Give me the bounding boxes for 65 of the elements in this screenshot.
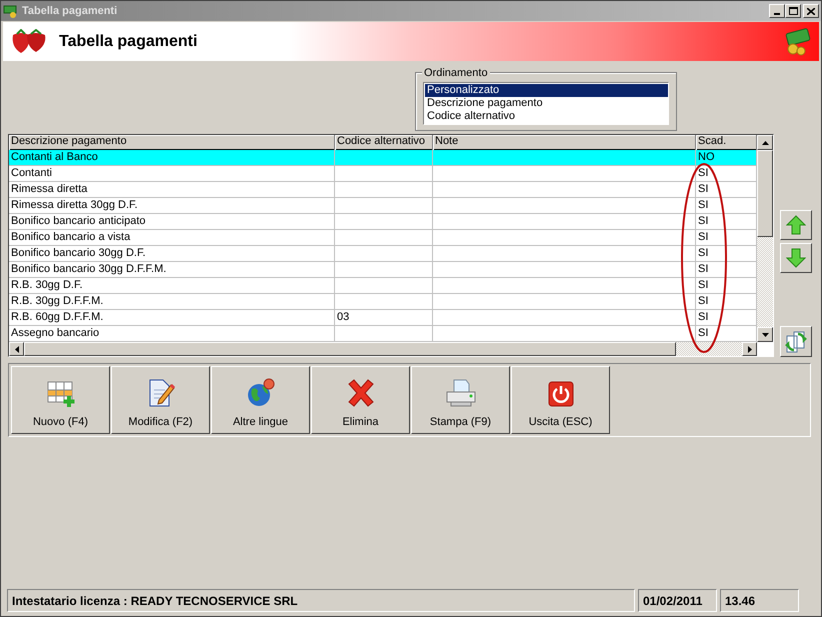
toolbar-button[interactable]: Altre lingue <box>211 366 310 434</box>
close-button[interactable] <box>803 4 819 18</box>
maximize-button[interactable] <box>785 4 801 18</box>
right-triangle-icon <box>748 346 752 352</box>
toolbar-button[interactable]: Elimina <box>311 366 410 434</box>
table-cell: Bonifico bancario anticipato <box>9 214 335 229</box>
time-label: 13.46 <box>720 589 799 612</box>
move-up-button[interactable] <box>780 210 812 240</box>
table-row[interactable]: Contanti al Banco NO <box>9 150 757 166</box>
scroll-left-button[interactable] <box>9 342 24 356</box>
close-icon <box>807 8 815 14</box>
toolbar-button[interactable]: Stampa (F9) <box>411 366 510 434</box>
table-cell: Rimessa diretta 30gg D.F. <box>9 198 335 213</box>
table-row[interactable]: R.B. 30gg D.F.F.M. SI <box>9 294 757 310</box>
edit-document-icon <box>146 378 174 408</box>
table-row[interactable]: R.B. 30gg D.F. SI <box>9 278 757 294</box>
table-cell: R.B. 30gg D.F. <box>9 278 335 293</box>
window-title: Tabella pagamenti <box>22 4 118 19</box>
scroll-up-button[interactable] <box>757 135 773 150</box>
toolbar-button[interactable]: Nuovo (F4) <box>11 366 110 434</box>
header-title: Tabella pagamenti <box>59 32 198 52</box>
down-triangle-icon <box>762 332 768 336</box>
table-row[interactable]: Bonifico bancario a vista SI <box>9 230 757 246</box>
table-cell: R.B. 60gg D.F.F.M. <box>9 310 335 325</box>
table-row[interactable]: R.B. 60gg D.F.F.M. 03 SI <box>9 310 757 326</box>
table-row[interactable]: Rimessa diretta SI <box>9 182 757 198</box>
up-triangle-icon <box>762 140 768 144</box>
toolbar-button[interactable]: Uscita (ESC) <box>511 366 610 434</box>
table-cell: Bonifico bancario 30gg D.F. <box>9 246 335 261</box>
toolbar-button[interactable]: Modifica (F2) <box>111 366 210 434</box>
list-item[interactable]: Descrizione pagamento <box>425 97 668 110</box>
date-label: 01/02/2011 <box>638 589 717 612</box>
table-cell: R.B. 30gg D.F.F.M. <box>9 294 335 309</box>
vertical-scrollbar[interactable] <box>757 135 773 342</box>
scroll-down-button[interactable] <box>757 327 773 342</box>
money-icon <box>3 3 19 19</box>
table-cell: Bonifico bancario 30gg D.F.F.M. <box>9 262 335 277</box>
table-row[interactable]: Assegno bancario SI <box>9 326 757 342</box>
license-label: Intestatario licenza : READY TECNOSERVICE SRL <box>7 589 635 612</box>
table-row[interactable]: Rimessa diretta 30gg D.F. SI <box>9 198 757 214</box>
table-cell: 03 <box>335 310 433 325</box>
power-icon <box>546 380 574 408</box>
minimize-button[interactable] <box>769 4 785 18</box>
table-row[interactable]: Bonifico bancario 30gg D.F.F.M. SI <box>9 262 757 278</box>
scroll-thumb[interactable] <box>757 150 773 237</box>
ordering-list[interactable]: Personalizzato Descrizione pagamento Codice alternativo <box>423 82 669 125</box>
table-cell: Bonifico bancario a vista <box>9 230 335 245</box>
money-icon <box>783 26 813 56</box>
table-row[interactable]: Contanti SI <box>9 166 757 182</box>
list-item[interactable]: Personalizzato <box>425 84 668 97</box>
grid-add-icon <box>46 380 74 408</box>
scroll-right-button[interactable] <box>742 342 757 356</box>
printer-icon <box>444 378 476 408</box>
table-cell: Rimessa diretta <box>9 182 335 197</box>
table-row[interactable]: Bonifico bancario anticipato SI <box>9 214 757 230</box>
move-down-button[interactable] <box>780 243 812 273</box>
table-cell: Contanti al Banco <box>9 150 335 165</box>
refresh-button[interactable] <box>780 326 812 357</box>
table-row[interactable]: Bonifico bancario 30gg D.F. SI <box>9 246 757 262</box>
delete-icon <box>346 378 376 408</box>
list-item[interactable]: Codice alternativo <box>425 110 668 123</box>
table-cell: Assegno bancario <box>9 326 335 341</box>
globe-icon <box>246 378 276 408</box>
left-triangle-icon <box>14 346 18 352</box>
table-cell: Contanti <box>9 166 335 181</box>
